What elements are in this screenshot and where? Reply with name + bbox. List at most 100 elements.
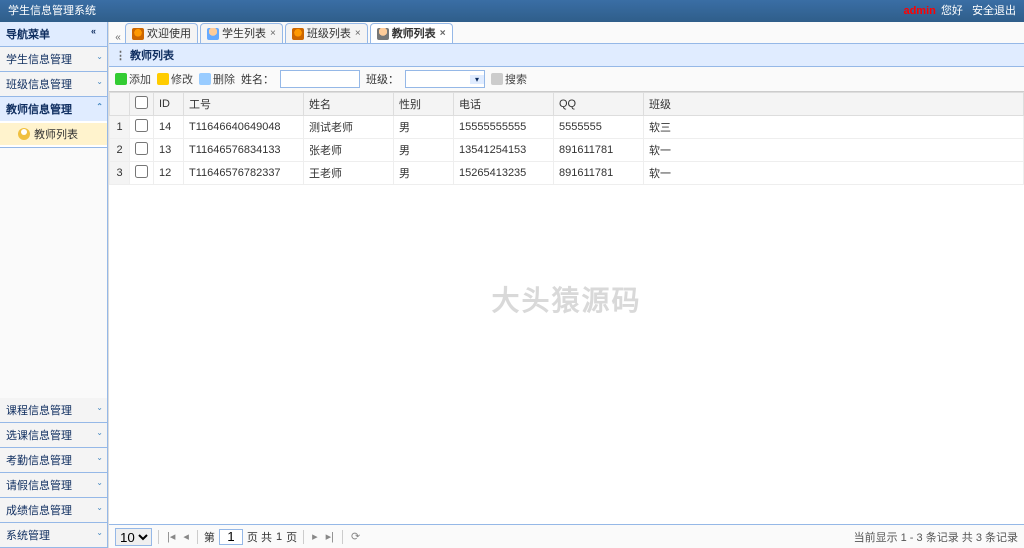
page-prefix: 第 [204,529,215,545]
col-id[interactable]: ID [154,93,184,116]
name-input[interactable] [280,70,360,88]
sidebar-collapse-icon[interactable]: « [91,26,103,38]
plus-icon [115,73,127,85]
no-cell: T11646576834133 [184,139,304,162]
chevron-up-icon: ⌃ [96,102,103,111]
sidebar-title: 导航菜单 « [0,22,107,47]
home-icon [292,28,304,40]
tab-label: 学生列表 [222,24,266,44]
rownum-cell: 3 [110,162,130,185]
edit-button[interactable]: 修改 [157,71,193,87]
tab-student-list[interactable]: 学生列表× [200,23,283,43]
btn-label: 搜索 [505,71,527,87]
panel-title-text: 教师列表 [130,47,174,63]
chevron-down-icon: ⌄ [96,528,103,537]
nav-teacher-info[interactable]: 教师信息管理 ⌃ [0,97,107,121]
chevron-down-icon: ⌄ [96,478,103,487]
qq-cell: 5555555 [554,116,644,139]
nav-class-info[interactable]: 班级信息管理 ⌄ [0,72,107,96]
row-checkbox[interactable] [135,142,148,155]
home-icon [132,28,144,40]
table-row[interactable]: 312T11646576782337王老师男152654132358916117… [110,162,1024,185]
tel-cell: 15555555555 [454,116,554,139]
search-icon [491,73,503,85]
page-total: 1 [276,531,282,543]
nav-label: 选课信息管理 [6,430,72,442]
greet-text: 您好 [941,5,963,17]
name-cell: 张老师 [304,139,394,162]
sex-cell: 男 [394,116,454,139]
tab-label: 教师列表 [392,24,436,44]
first-page-button[interactable]: |◂ [165,530,177,543]
teacher-icon [18,128,30,140]
col-checkbox [130,93,154,116]
next-page-button[interactable]: ▸ [310,530,320,543]
nav-leave[interactable]: 请假信息管理 ⌄ [0,473,107,497]
pager: 10 |◂ ◂ 第 页 共 1 页 ▸ ▸| ⟳ 当前显示 1 - 3 条记录 … [109,524,1024,548]
nav-score[interactable]: 成绩信息管理⌄ [0,498,107,522]
tab-scroll-left[interactable]: « [111,32,125,43]
page-input[interactable] [219,529,243,545]
row-checkbox[interactable] [135,119,148,132]
sidebar-item-teacher-list[interactable]: 教师列表 [0,123,107,145]
chevron-down-icon: ⌄ [96,453,103,462]
col-no[interactable]: 工号 [184,93,304,116]
sex-cell: 男 [394,139,454,162]
class-cell: 软一 [644,139,1024,162]
nav-system[interactable]: 系统管理⌄ [0,523,107,547]
user-link[interactable]: admin [903,5,935,17]
col-name[interactable]: 姓名 [304,93,394,116]
close-icon[interactable]: × [440,24,446,44]
nav-label: 请假信息管理 [6,480,72,492]
nav-course-info[interactable]: 课程信息管理⌄ [0,398,107,422]
nav-select-course[interactable]: 选课信息管理 ⌄ [0,423,107,447]
nav-student-info[interactable]: 学生信息管理 ⌄ [0,47,107,71]
page-size-select[interactable]: 10 [115,528,152,546]
delete-button[interactable]: 删除 [199,71,235,87]
col-qq[interactable]: QQ [554,93,644,116]
row-checkbox[interactable] [135,165,148,178]
table-row[interactable]: 213T11646576834133张老师男135412541538916117… [110,139,1024,162]
col-tel[interactable]: 电话 [454,93,554,116]
name-cell: 王老师 [304,162,394,185]
chevron-down-icon: ⌄ [96,428,103,437]
rownum-cell: 1 [110,116,130,139]
class-label: 班级： [366,71,399,87]
class-combo[interactable]: ▾ [405,70,485,88]
tab-class-list[interactable]: 班级列表× [285,23,368,43]
nav-label: 学生信息管理 [6,54,72,66]
class-cell: 软三 [644,116,1024,139]
table-row[interactable]: 114T11646640649048测试老师男15555555555555555… [110,116,1024,139]
btn-label: 删除 [213,71,235,87]
prev-page-button[interactable]: ◂ [181,530,191,543]
add-button[interactable]: 添加 [115,71,151,87]
check-all[interactable] [135,96,148,109]
close-icon[interactable]: × [270,24,276,44]
chevron-down-icon: ⌄ [96,52,103,61]
refresh-button[interactable]: ⟳ [349,530,362,543]
tab-label: 欢迎使用 [147,24,191,44]
last-page-button[interactable]: ▸| [324,530,336,543]
id-cell: 14 [154,116,184,139]
nav-label: 教师信息管理 [6,104,72,116]
logout-link[interactable]: 安全退出 [972,5,1016,17]
chevron-down-icon: ⌄ [96,503,103,512]
nav-label: 考勤信息管理 [6,455,72,467]
tab-welcome[interactable]: 欢迎使用 [125,23,198,43]
nav-attendance[interactable]: 考勤信息管理 ⌄ [0,448,107,472]
search-button[interactable]: 搜索 [491,71,527,87]
qq-cell: 891611781 [554,162,644,185]
close-icon[interactable]: × [355,24,361,44]
teacher-icon [377,28,389,40]
tab-teacher-list[interactable]: 教师列表× [370,23,453,43]
id-cell: 13 [154,139,184,162]
chevron-down-icon: ⌄ [96,77,103,86]
sex-cell: 男 [394,162,454,185]
no-cell: T11646640649048 [184,116,304,139]
data-grid: ID 工号 姓名 性别 电话 QQ 班级 114T11646640649048测… [109,92,1024,524]
tel-cell: 15265413235 [454,162,554,185]
col-class[interactable]: 班级 [644,93,1024,116]
page-mid: 页 共 [247,529,272,545]
sidebar-title-text: 导航菜单 [6,29,50,41]
col-sex[interactable]: 性别 [394,93,454,116]
